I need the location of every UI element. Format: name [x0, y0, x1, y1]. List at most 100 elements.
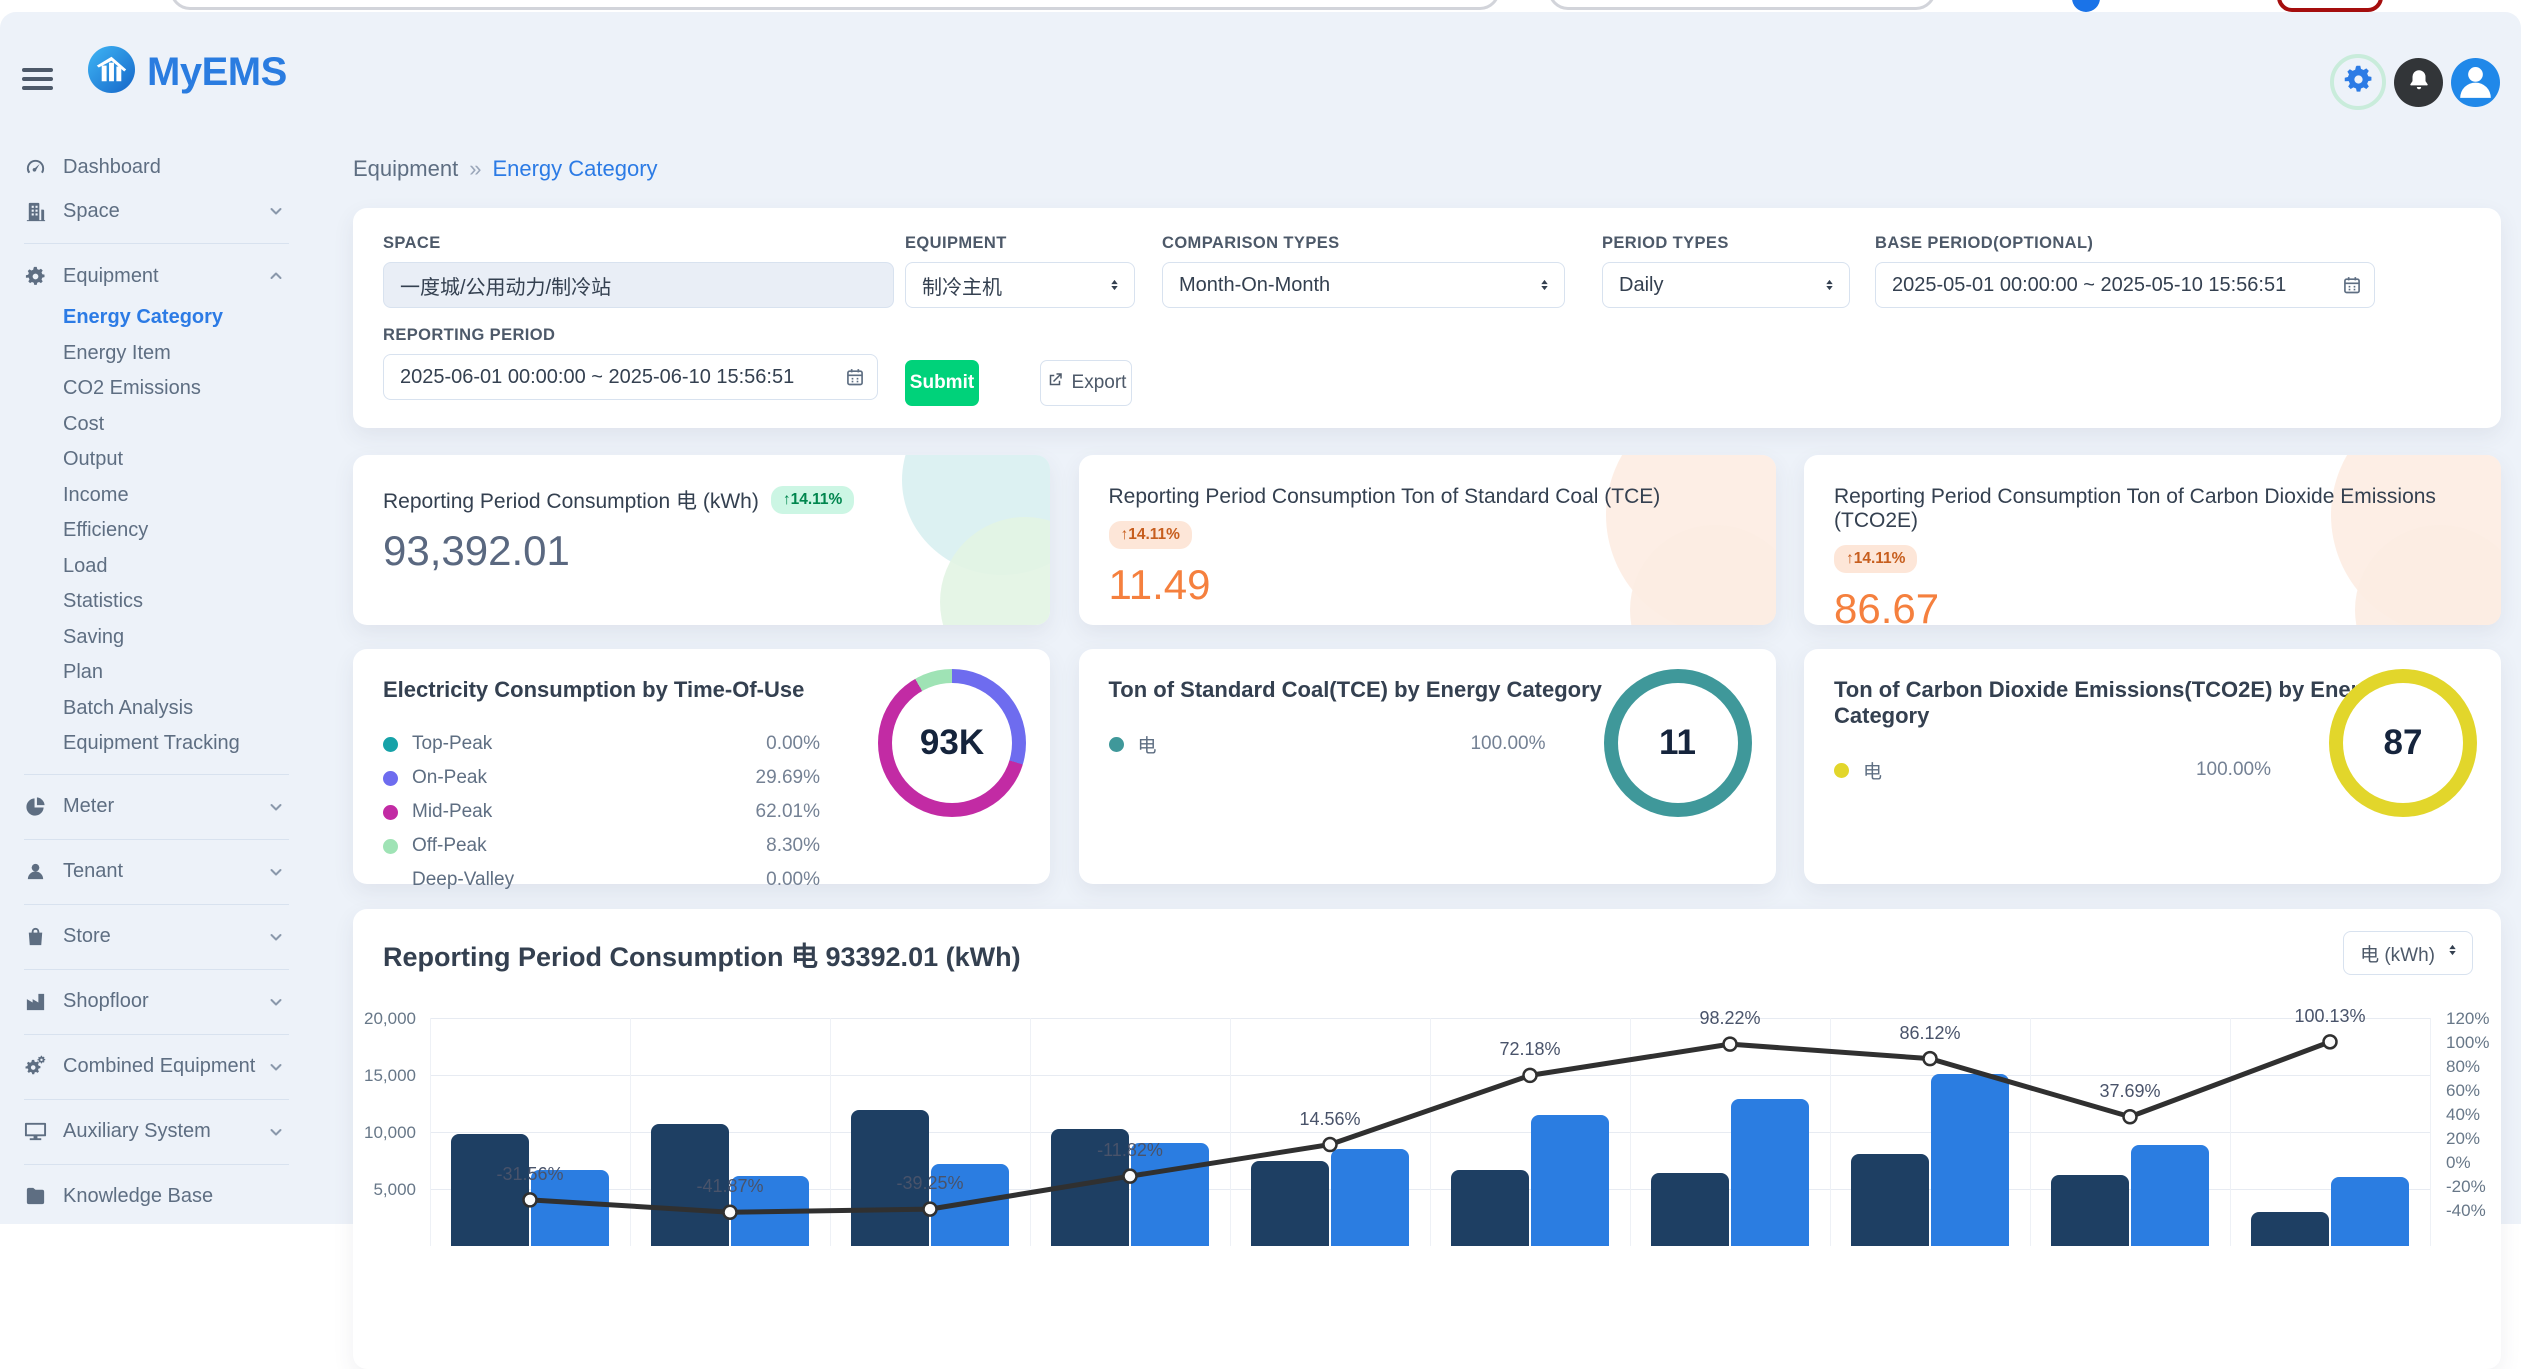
donut-chart[interactable]: 11: [1604, 669, 1752, 817]
y-axis-right-tick: 80%: [2446, 1057, 2480, 1077]
sidebar-divider: [24, 1099, 289, 1100]
y-axis-left-tick: 15,000: [356, 1066, 416, 1086]
export-icon: [1046, 371, 1064, 395]
legend-item[interactable]: Mid-Peak62.01%: [383, 795, 820, 829]
space-label: SPACE: [383, 234, 894, 253]
equipment-select[interactable]: 制冷主机: [905, 262, 1135, 308]
unit-select[interactable]: 电 (kWh): [2343, 931, 2473, 975]
kpi-value: 93,392.01: [383, 527, 1020, 575]
sidebar-item-label: Combined Equipment: [63, 1055, 255, 1078]
sidebar-item-knowledge-base[interactable]: Knowledge Base: [24, 1177, 315, 1217]
gear-icon: [24, 264, 50, 288]
legend-percentage: 62.01%: [756, 801, 820, 823]
donut-card: Ton of Standard Coal(TCE) by Energy Cate…: [1079, 649, 1776, 884]
donut-center-value: 87: [2343, 683, 2463, 803]
legend-dot-icon: [383, 873, 398, 888]
gauge-icon: [24, 155, 50, 179]
export-button[interactable]: Export: [1040, 360, 1132, 406]
legend-percentage: 100.00%: [2196, 759, 2271, 781]
sidebar-item-equipment-tracking[interactable]: Equipment Tracking: [24, 726, 315, 762]
breadcrumb-parent[interactable]: Equipment: [353, 156, 458, 182]
period-types-select[interactable]: Daily: [1602, 262, 1850, 308]
sidebar-item-energy-item[interactable]: Energy Item: [24, 336, 315, 372]
y-axis-left-tick: 5,000: [356, 1180, 416, 1200]
sidebar-item-statistics[interactable]: Statistics: [24, 584, 315, 620]
sidebar-item-efficiency[interactable]: Efficiency: [24, 513, 315, 549]
browser-record-fragment: [2277, 0, 2383, 12]
sidebar-item-co2-emissions[interactable]: CO2 Emissions: [24, 371, 315, 407]
kpi-change-badge: ↑14.11%: [771, 486, 854, 514]
space-input[interactable]: 一度城/公用动力/制冷站: [383, 262, 894, 308]
legend-dot-icon: [1834, 763, 1849, 778]
donut-legend: Top-Peak 0.00% On-Peak29.69%Mid-Peak62.01%…: [383, 727, 820, 897]
comparison-types-select[interactable]: Month-On-Month: [1162, 262, 1565, 308]
reporting-period-input[interactable]: 2025-06-01 00:00:00 ~ 2025-06-10 15:56:5…: [383, 354, 878, 400]
sidebar-item-energy-category[interactable]: Energy Category: [24, 300, 315, 336]
chevron-up-icon: [267, 267, 285, 285]
sidebar-item-auxiliary-system[interactable]: Auxiliary System: [24, 1112, 315, 1152]
sidebar-item-dashboard[interactable]: Dashboard: [24, 147, 315, 187]
donut-legend: 电100.00%: [1109, 727, 1546, 761]
equipment-label: EQUIPMENT: [905, 234, 1135, 253]
submit-button[interactable]: Submit: [905, 360, 979, 406]
y-axis-right-tick: 60%: [2446, 1081, 2480, 1101]
sidebar-item-tenant[interactable]: Tenant: [24, 852, 315, 892]
sidebar-item-combined-equipment[interactable]: Combined Equipment: [24, 1047, 315, 1087]
trend-line: [430, 1018, 2430, 1246]
trend-point-label: -11.82%: [1097, 1140, 1163, 1161]
sidebar-item-meter[interactable]: Meter: [24, 787, 315, 827]
y-axis-right-tick: 40%: [2446, 1105, 2480, 1125]
kpi-value: 11.49: [1109, 561, 1746, 609]
breadcrumb-separator: »: [469, 156, 481, 182]
donut-chart[interactable]: 87: [2329, 669, 2477, 817]
building-icon: [24, 199, 50, 223]
donut-center-value: 93K: [892, 683, 1012, 803]
sidebar-item-plan[interactable]: Plan: [24, 655, 315, 691]
kpi-row: Reporting Period Consumption 电 (kWh) ↑14.…: [353, 455, 2501, 625]
brand-logo[interactable]: MyEMS: [88, 46, 287, 98]
trend-point-label: 100.13%: [2294, 1006, 2365, 1027]
monitor-icon: [24, 1120, 50, 1144]
kpi-value: 86.67: [1834, 585, 2471, 625]
calendar-icon: [845, 367, 865, 387]
base-period-label: BASE PERIOD(OPTIONAL): [1875, 234, 2375, 253]
y-axis-right-tick: -20%: [2446, 1177, 2486, 1197]
sidebar-item-load[interactable]: Load: [24, 549, 315, 585]
sidebar-item-batch-analysis[interactable]: Batch Analysis: [24, 691, 315, 727]
sidebar-item-output[interactable]: Output: [24, 442, 315, 478]
app-root: MyEMS: [0, 12, 2521, 1224]
updown-arrows-icon: [1537, 277, 1552, 293]
legend-item[interactable]: Deep-Valley0.00%: [383, 863, 820, 897]
chart-plot[interactable]: 20,00015,00010,0005,000120%100%80%60%40%…: [430, 1018, 2430, 1246]
breadcrumb-current: Energy Category: [492, 156, 657, 182]
legend-name: Top-Peak: [412, 733, 492, 755]
sidebar-item-equipment[interactable]: Equipment: [24, 256, 315, 296]
sidebar-item-shopfloor[interactable]: Shopfloor: [24, 982, 315, 1022]
sidebar-item-cost[interactable]: Cost: [24, 407, 315, 443]
legend-item[interactable]: On-Peak29.69%: [383, 761, 820, 795]
sidebar-divider: [24, 774, 289, 775]
legend-percentage: 0.00%: [766, 733, 820, 755]
legend-item[interactable]: 电100.00%: [1109, 727, 1546, 761]
legend-percentage: 0.00%: [766, 869, 820, 891]
period-types-label: PERIOD TYPES: [1602, 234, 1850, 253]
kpi-header: Reporting Period Consumption 电 (kWh) ↑14.…: [383, 485, 1020, 515]
filter-panel: SPACE 一度城/公用动力/制冷站 EQUIPMENT 制冷主机 COMPAR…: [353, 208, 2501, 428]
chevron-down-icon: [267, 863, 285, 881]
hamburger-menu-button[interactable]: [22, 68, 56, 90]
sidebar-divider: [24, 839, 289, 840]
legend-item[interactable]: 电100.00%: [1834, 753, 2271, 787]
legend-item[interactable]: Off-Peak8.30%: [383, 829, 820, 863]
kpi-card: Reporting Period Consumption Ton of Stan…: [1079, 455, 1776, 625]
sidebar-item-saving[interactable]: Saving: [24, 620, 315, 656]
trend-point-label: 37.69%: [2099, 1081, 2160, 1102]
sidebar-item-space[interactable]: Space: [24, 191, 315, 231]
sidebar-divider: [24, 969, 289, 970]
sidebar-item-store[interactable]: Store: [24, 917, 315, 957]
sidebar-item-income[interactable]: Income: [24, 478, 315, 514]
kpi-title: Reporting Period Consumption 电 (kWh): [383, 485, 759, 515]
base-period-input[interactable]: 2025-05-01 00:00:00 ~ 2025-05-10 15:56:5…: [1875, 262, 2375, 308]
sidebar-item-label: Equipment: [63, 265, 159, 288]
donut-chart[interactable]: 93K: [878, 669, 1026, 817]
legend-item[interactable]: Top-Peak 0.00%: [383, 727, 820, 761]
